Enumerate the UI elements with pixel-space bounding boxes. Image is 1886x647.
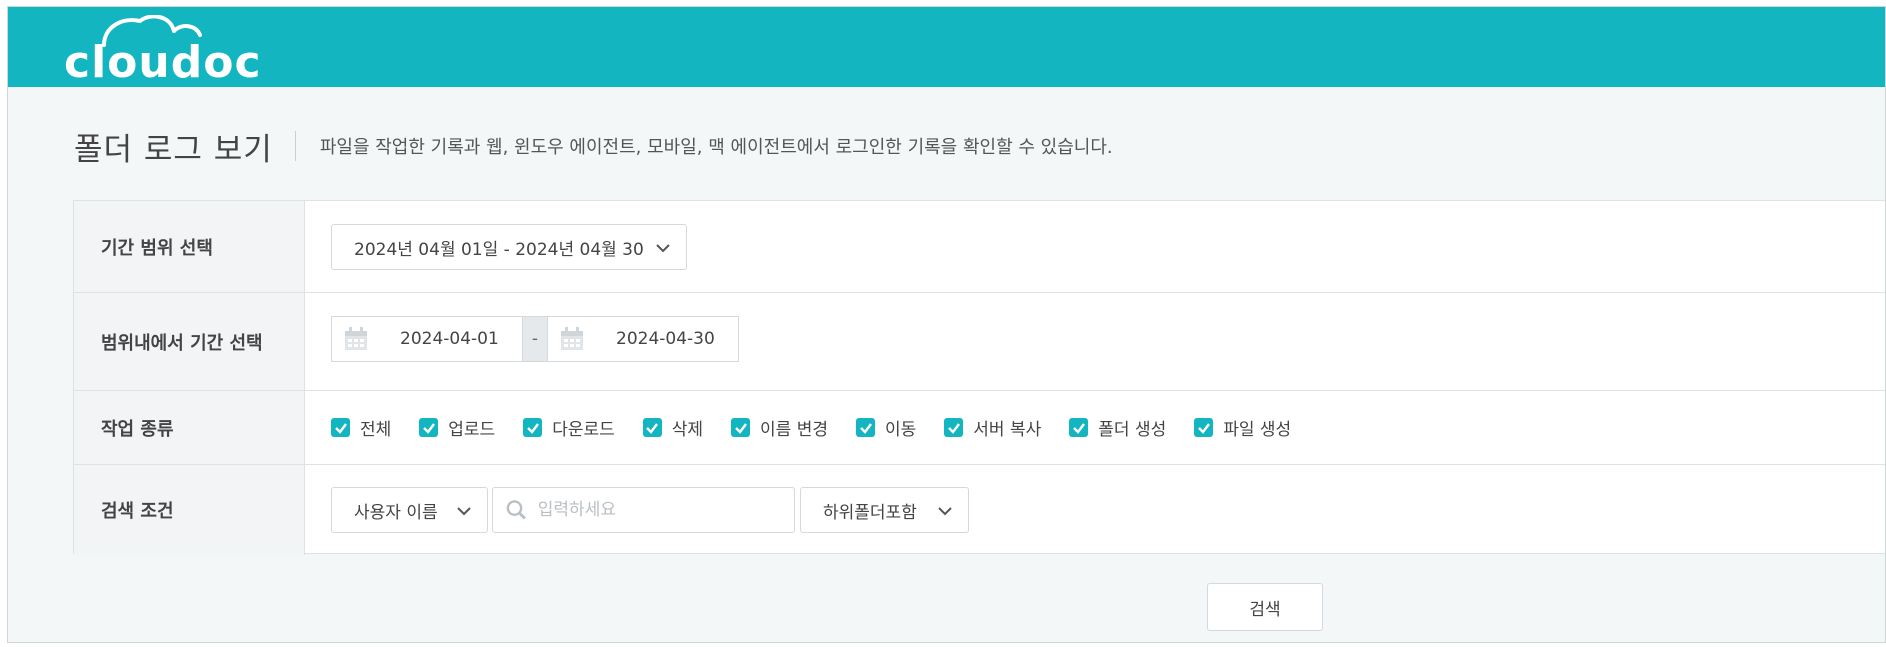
start-date-field[interactable]: 2024-04-01: [331, 316, 523, 362]
search-button[interactable]: 검색: [1207, 583, 1323, 631]
search-input[interactable]: [537, 500, 794, 520]
checkbox-checked-icon: [1069, 418, 1089, 437]
checkbox-label: 전체: [360, 420, 392, 440]
row-search-condition: 검색 조건 사용자 이름 하위폴더포함: [74, 465, 1885, 555]
checkbox-checked-icon: [944, 418, 964, 437]
checkbox-upload[interactable]: 업로드: [419, 415, 495, 440]
checkbox-server-copy[interactable]: 서버 복사: [944, 415, 1041, 440]
checkbox-label: 삭제: [671, 420, 704, 440]
checkbox-create-folder[interactable]: 폴더 생성: [1069, 415, 1166, 440]
work-type-checkboxes: 전체 업로드 다운로드 삭제 이름 변경 이동 서버 복사 폴더 생성 파일 생…: [331, 391, 1319, 464]
end-date-field[interactable]: 2024-04-30: [547, 316, 739, 362]
end-date-value: 2024-04-30: [616, 329, 715, 349]
subfolder-scope-value: 하위폴더포함: [823, 502, 917, 523]
start-date-value: 2024-04-01: [400, 329, 499, 349]
row-period-within: 범위내에서 기간 선택 2024-04-01 - 2024-04-30: [74, 293, 1885, 391]
app-window: cloudoc 폴더 로그 보기 파일을 작업한 기록과 웹, 윈도우 에이전트…: [7, 6, 1886, 643]
page-title: 폴더 로그 보기: [74, 131, 273, 168]
checkbox-create-file[interactable]: 파일 생성: [1194, 415, 1291, 440]
search-icon: [506, 500, 526, 520]
logo-text: cloudoc: [64, 37, 262, 83]
checkbox-delete[interactable]: 삭제: [642, 415, 704, 440]
cloudoc-logo[interactable]: cloudoc: [64, 15, 284, 83]
search-form: 기간 범위 선택 2024년 04월 01일 - 2024년 04월 30일 범…: [73, 200, 1885, 555]
search-field-value: 사용자 이름: [354, 502, 438, 523]
app-header: cloudoc: [8, 7, 1885, 87]
checkbox-checked-icon: [419, 418, 439, 437]
row-work-type: 작업 종류 전체 업로드 다운로드 삭제 이름 변경 이동 서버 복사 폴더 생…: [74, 391, 1885, 465]
checkbox-label: 파일 생성: [1223, 420, 1292, 440]
page-description: 파일을 작업한 기록과 웹, 윈도우 에이전트, 모바일, 맥 에이전트에서 로…: [319, 137, 1113, 158]
search-condition-label: 검색 조건: [74, 465, 305, 555]
chevron-down-icon: [457, 507, 471, 516]
checkbox-move[interactable]: 이동: [856, 415, 916, 440]
checkbox-label: 다운로드: [552, 420, 615, 440]
search-field-select[interactable]: 사용자 이름: [331, 487, 488, 533]
checkbox-checked-icon: [731, 418, 751, 437]
checkbox-label: 업로드: [448, 420, 496, 440]
checkbox-rename[interactable]: 이름 변경: [731, 415, 828, 440]
checkbox-label: 이동: [885, 420, 917, 440]
checkbox-checked-icon: [642, 418, 662, 437]
checkbox-all[interactable]: 전체: [331, 415, 391, 440]
checkbox-checked-icon: [856, 418, 876, 437]
subfolder-scope-select[interactable]: 하위폴더포함: [800, 487, 969, 533]
title-divider: [294, 131, 296, 161]
checkbox-label: 이름 변경: [760, 420, 829, 440]
checkbox-download[interactable]: 다운로드: [523, 415, 615, 440]
checkbox-label: 서버 복사: [973, 420, 1042, 440]
checkbox-checked-icon: [1194, 418, 1214, 437]
period-range-label: 기간 범위 선택: [74, 201, 305, 292]
period-range-select[interactable]: 2024년 04월 01일 - 2024년 04월 30일: [331, 224, 687, 270]
chevron-down-icon: [938, 507, 952, 516]
calendar-icon: [345, 327, 367, 350]
page-title-row: 폴더 로그 보기 파일을 작업한 기록과 웹, 윈도우 에이전트, 모바일, 맥…: [74, 123, 1113, 169]
period-range-value: 2024년 04월 01일 - 2024년 04월 30일: [354, 239, 644, 260]
search-input-box[interactable]: [492, 487, 795, 533]
checkbox-label: 폴더 생성: [1098, 420, 1167, 440]
chevron-down-icon: [656, 244, 670, 253]
checkbox-checked-icon: [331, 418, 350, 437]
checkbox-checked-icon: [523, 418, 543, 437]
period-within-label: 범위내에서 기간 선택: [74, 293, 305, 390]
calendar-icon: [561, 327, 583, 350]
row-period-range: 기간 범위 선택 2024년 04월 01일 - 2024년 04월 30일: [74, 201, 1885, 293]
date-separator: -: [523, 316, 547, 362]
work-type-label: 작업 종류: [74, 391, 305, 464]
